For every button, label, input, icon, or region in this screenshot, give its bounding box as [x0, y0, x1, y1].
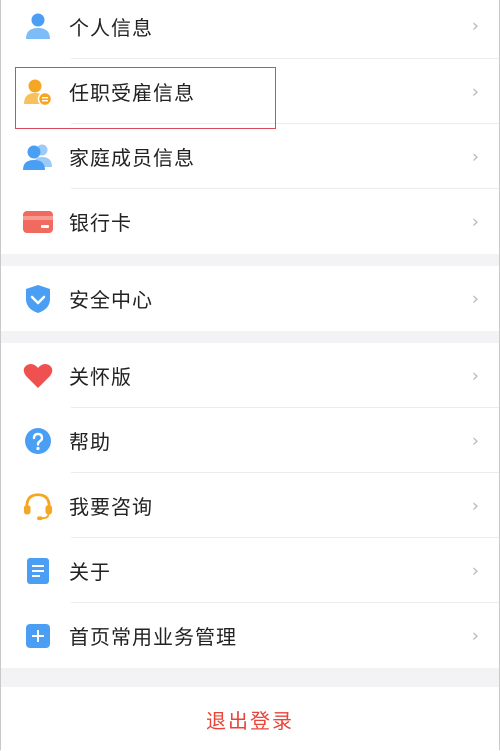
chevron-right-icon: ›	[471, 211, 479, 232]
section-gap	[1, 254, 499, 266]
menu-item-label: 家庭成员信息	[69, 146, 195, 170]
menu-item-label: 个人信息	[69, 15, 153, 40]
menu-item-homepage-business[interactable]: 首页常用业务管理 ›	[1, 603, 499, 668]
menu-item-label: 安全中心	[69, 288, 153, 312]
menu-item-care-mode[interactable]: 关怀版 ›	[1, 343, 499, 408]
section-gap	[1, 331, 499, 343]
document-icon	[23, 556, 53, 586]
menu-item-label: 关于	[69, 560, 111, 584]
menu-item-personal-info[interactable]: 个人信息 ›	[1, 0, 499, 59]
menu-item-consultation[interactable]: 我要咨询 ›	[1, 473, 499, 538]
menu-item-about[interactable]: 关于 ›	[1, 538, 499, 603]
chevron-right-icon: ›	[471, 560, 479, 581]
menu-item-label: 首页常用业务管理	[69, 625, 237, 649]
heart-icon	[23, 361, 53, 391]
headset-icon	[23, 491, 53, 521]
shield-icon	[23, 284, 53, 314]
logout-button[interactable]: 退出登录	[1, 687, 499, 751]
chevron-right-icon: ›	[471, 288, 479, 309]
menu-item-employment-info[interactable]: 任职受雇信息 ›	[1, 59, 499, 124]
chevron-right-icon: ›	[471, 365, 479, 386]
security-group: 安全中心 ›	[1, 266, 499, 331]
menu-item-label: 帮助	[69, 430, 111, 454]
menu-item-label: 银行卡	[69, 211, 132, 235]
menu-item-security-center[interactable]: 安全中心 ›	[1, 266, 499, 331]
chevron-right-icon: ›	[471, 495, 479, 516]
settings-page: 个人信息 › 任职受雇信息 › 家庭成员信息 › 银行卡 › 安全中心 › 关怀…	[0, 0, 500, 751]
chevron-right-icon: ›	[471, 625, 479, 646]
menu-item-bank-card[interactable]: 银行卡 ›	[1, 189, 499, 254]
menu-item-label: 任职受雇信息	[69, 81, 195, 105]
help-icon	[23, 426, 53, 456]
support-group: 关怀版 › 帮助 › 我要咨询 › 关于 › 首页常用业务管理 ›	[1, 343, 499, 668]
menu-item-family-info[interactable]: 家庭成员信息 ›	[1, 124, 499, 189]
chevron-right-icon: ›	[471, 81, 479, 102]
menu-item-help[interactable]: 帮助 ›	[1, 408, 499, 473]
person-icon	[23, 11, 53, 41]
chevron-right-icon: ›	[471, 146, 479, 167]
chevron-right-icon: ›	[471, 430, 479, 451]
employee-icon	[23, 77, 53, 107]
plus-grid-icon	[23, 621, 53, 651]
menu-item-label: 关怀版	[69, 365, 132, 389]
chevron-right-icon: ›	[471, 15, 479, 37]
menu-item-label: 我要咨询	[69, 495, 153, 519]
family-icon	[23, 142, 53, 172]
profile-group: 个人信息 › 任职受雇信息 › 家庭成员信息 › 银行卡 ›	[1, 0, 499, 254]
bank-card-icon	[23, 207, 53, 237]
